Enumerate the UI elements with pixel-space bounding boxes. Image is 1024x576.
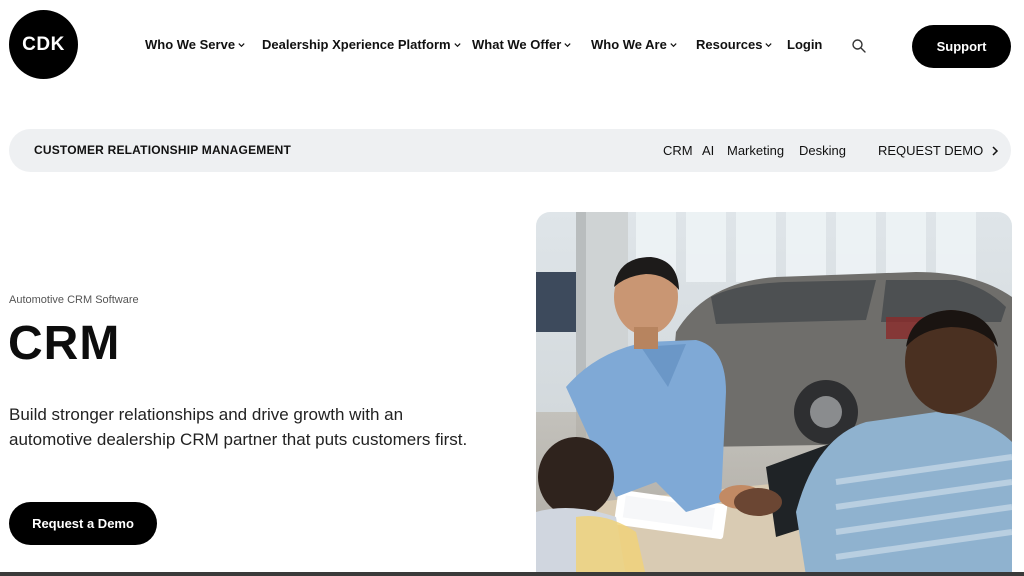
search-icon[interactable] — [851, 38, 867, 54]
hero-image — [536, 212, 1012, 576]
chevron-right-icon — [992, 145, 999, 156]
subnav-title: CUSTOMER RELATIONSHIP MANAGEMENT — [34, 143, 292, 157]
nav-dealership-xperience-platform[interactable]: Dealership Xperience Platform — [262, 37, 462, 52]
nav-login[interactable]: Login — [787, 37, 822, 52]
nav-label: Dealership Xperience Platform — [262, 37, 451, 52]
subnav-cta-label: REQUEST DEMO — [878, 143, 984, 158]
nav-label: Who We Serve — [145, 37, 236, 52]
bottom-divider — [0, 572, 1024, 576]
support-label: Support — [936, 39, 987, 54]
nav-label: Login — [787, 37, 823, 52]
support-button[interactable]: Support — [912, 25, 1011, 68]
product-subnav: CUSTOMER RELATIONSHIP MANAGEMENT CRM AI … — [9, 129, 1011, 172]
subnav-link-desking[interactable]: Desking — [799, 143, 846, 158]
nav-label: Resources — [696, 37, 763, 52]
subnav-link-crm[interactable]: CRM — [663, 143, 693, 158]
chevron-down-icon — [765, 43, 773, 48]
nav-label: What We Offer — [472, 37, 562, 52]
chevron-down-icon — [453, 43, 461, 48]
dealership-handshake-photo — [536, 212, 1012, 576]
logo-text: CDK — [22, 33, 65, 55]
subnav-link-marketing[interactable]: Marketing — [727, 143, 784, 158]
hero-eyebrow: Automotive CRM Software — [9, 294, 139, 306]
request-demo-label: Request a Demo — [32, 516, 134, 531]
nav-label: Who We Are — [591, 37, 667, 52]
chevron-down-icon — [670, 43, 677, 48]
nav-resources[interactable]: Resources — [696, 37, 773, 52]
subnav-link-ai[interactable]: AI — [702, 143, 714, 158]
subnav-request-demo-link[interactable]: REQUEST DEMO — [878, 143, 1001, 158]
cdk-logo[interactable]: CDK — [9, 10, 78, 79]
nav-who-we-serve[interactable]: Who We Serve — [145, 37, 246, 52]
nav-what-we-offer[interactable]: What We Offer — [472, 37, 572, 52]
nav-who-we-are[interactable]: Who We Are — [591, 37, 678, 52]
hero-description: Build stronger relationships and drive g… — [9, 405, 468, 449]
page-title: CRM — [8, 317, 121, 370]
chevron-down-icon — [238, 43, 245, 48]
request-demo-button[interactable]: Request a Demo — [9, 502, 157, 545]
chevron-down-icon — [564, 43, 571, 48]
